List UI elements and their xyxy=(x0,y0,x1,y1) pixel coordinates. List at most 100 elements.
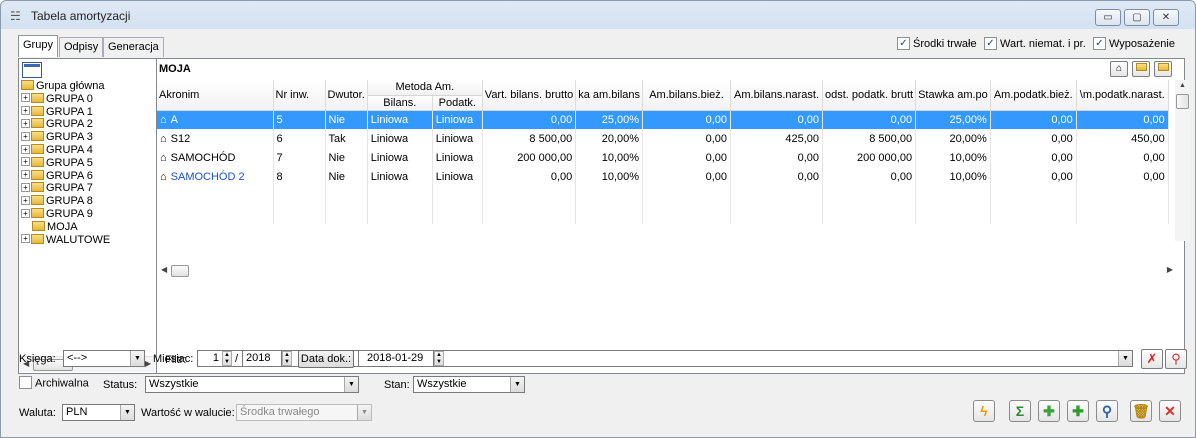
cell-bil[interactable]: Liniowa xyxy=(367,110,433,129)
add-button[interactable]: ✚ xyxy=(1067,400,1089,422)
tab-generacja[interactable]: Generacja xyxy=(103,37,164,57)
srodki-trwale-checkbox[interactable]: ✓ Środki trwałe xyxy=(897,36,977,53)
cell-bil[interactable]: Liniowa xyxy=(367,129,433,148)
stan-select[interactable]: Wszystkie ▼ xyxy=(413,376,525,393)
col-am-bilans-narast[interactable]: Am.bilans.narast. xyxy=(730,80,824,111)
add-copy-button[interactable]: ✚ xyxy=(1038,400,1060,422)
cell-wpp[interactable]: 8 500,00 xyxy=(822,129,917,148)
cell-ak[interactable]: ⌂ SAMOCHÓD xyxy=(157,148,274,167)
tree-item-grupa-6[interactable]: + GRUPA 6 xyxy=(21,170,110,183)
close-button[interactable]: ✕ xyxy=(1159,400,1181,422)
minimize-button[interactable]: ▭ xyxy=(1095,9,1121,26)
cell-wbb[interactable]: 200 000,00 xyxy=(482,148,577,167)
cell-apn[interactable]: 0,00 xyxy=(1076,148,1169,167)
cell-apn[interactable]: 0,00 xyxy=(1076,167,1169,186)
clear-filter-button[interactable]: ✗ xyxy=(1141,349,1163,369)
scroll-left-icon[interactable]: ◀ xyxy=(161,265,167,274)
expand-icon[interactable]: + xyxy=(21,170,30,180)
expand-icon[interactable]: + xyxy=(21,195,30,205)
close-window-button[interactable]: ✕ xyxy=(1153,9,1179,26)
data-dok-button[interactable]: Data dok.: xyxy=(298,350,354,368)
expand-icon[interactable]: + xyxy=(21,182,30,192)
wyposazenie-checkbox[interactable]: ✓ Wyposażenie xyxy=(1093,36,1175,53)
col-am-bilans-biez[interactable]: Am.bilans.bież. xyxy=(642,80,732,111)
search-button[interactable]: ⚲ xyxy=(1096,400,1118,422)
cell-dw[interactable]: Nie xyxy=(325,148,368,167)
tree-item-grupa-4[interactable]: + GRUPA 4 xyxy=(21,144,110,157)
table-row[interactable]: ⌂ A 5 Nie Liniowa Liniowa 0,00 25,00% 0,00 0,00 0,… xyxy=(157,110,1169,129)
cell-nr[interactable]: 7 xyxy=(273,148,326,167)
col-stawka-am-podatk[interactable]: Stawka am.po xyxy=(915,80,991,111)
status-select[interactable]: Wszystkie ▼ xyxy=(145,376,359,393)
cell-abb[interactable]: 0,00 xyxy=(642,129,732,148)
expand-icon[interactable]: + xyxy=(21,234,30,244)
cell-pod[interactable]: Liniowa xyxy=(432,110,483,129)
table-row[interactable]: ⌂ SAMOCHÓD 7 Nie Liniowa Liniowa 200 000,00 10,… xyxy=(157,148,1169,167)
col-wart-bilans-brutto[interactable]: Vart. bilans. brutto xyxy=(482,80,577,111)
cell-wpp[interactable]: 0,00 xyxy=(822,167,917,186)
cell-abb[interactable]: 0,00 xyxy=(642,110,732,129)
cell-nr[interactable]: 5 xyxy=(273,110,326,129)
expand-icon[interactable]: + xyxy=(21,118,30,128)
table-row[interactable]: ⌂ SAMOCHÓD 2 8 Nie Liniowa Liniowa 0,00 10,00% 0… xyxy=(157,167,1169,186)
miesiac-input[interactable]: 1 xyxy=(197,350,223,367)
scroll-thumb[interactable] xyxy=(171,265,189,277)
tree-item-grupa-5[interactable]: + GRUPA 5 xyxy=(21,157,110,170)
cell-apn[interactable]: 450,00 xyxy=(1076,129,1169,148)
cell-sap[interactable]: 20,00% xyxy=(915,129,991,148)
tree-item-walutowe[interactable]: + WALUTOWE xyxy=(21,234,110,247)
col-bilans[interactable]: Bilans. xyxy=(367,95,433,111)
cell-sab[interactable]: 25,00% xyxy=(575,110,644,129)
tree-item-grupa-2[interactable]: + GRUPA 2 xyxy=(21,118,110,131)
tab-grupy[interactable]: Grupy xyxy=(18,35,58,57)
window-view-icon[interactable] xyxy=(22,62,42,78)
cell-ak[interactable]: ⌂ SAMOCHÓD 2 xyxy=(157,167,274,186)
maximize-button[interactable]: ▢ xyxy=(1124,9,1150,26)
expand-icon[interactable]: + xyxy=(21,93,30,103)
cell-sap[interactable]: 10,00% xyxy=(915,167,991,186)
cell-bil[interactable]: Liniowa xyxy=(367,148,433,167)
tree-item-grupa-7[interactable]: + GRUPA 7 xyxy=(21,182,110,195)
tab-odpisy[interactable]: Odpisy xyxy=(59,37,104,57)
ksiega-select[interactable]: <--> ▼ xyxy=(63,350,145,367)
group-tree[interactable]: Grupa główna + GRUPA 0 + GRUPA 1 + GRUPA 2 … xyxy=(21,80,110,246)
tree-item-grupa-8[interactable]: + GRUPA 8 xyxy=(21,195,110,208)
table-horizontal-scrollbar[interactable]: ◀ ▶ xyxy=(157,263,1177,279)
wart-niemat-checkbox[interactable]: ✓ Wart. niemat. i pr. xyxy=(984,36,1086,53)
delete-trash-button[interactable]: 🗑 xyxy=(1130,400,1152,422)
scroll-right-icon[interactable]: ▶ xyxy=(145,359,151,368)
amortization-table[interactable]: Akronim Nr inw. Dwutor. Metoda Am. Vart.… xyxy=(157,80,1177,241)
filter-builder-button[interactable]: ⚲ xyxy=(1165,349,1187,369)
cell-apb[interactable]: 0,00 xyxy=(990,129,1077,148)
table-vertical-scrollbar[interactable]: ▲ xyxy=(1175,80,1190,241)
cell-nr[interactable]: 8 xyxy=(273,167,326,186)
expand-icon[interactable]: + xyxy=(21,131,30,141)
folder-up-button[interactable] xyxy=(1154,61,1172,77)
col-am-podatk-biez[interactable]: Am.podatk.bież. xyxy=(990,80,1077,111)
filter-dropdown[interactable]: ▼ xyxy=(1118,350,1133,367)
cell-abb[interactable]: 0,00 xyxy=(642,167,732,186)
tree-item-grupa-0[interactable]: + GRUPA 0 xyxy=(21,93,110,106)
tree-item-grupa-3[interactable]: + GRUPA 3 xyxy=(21,131,110,144)
data-dok-input[interactable]: 2018-01-29 xyxy=(358,350,434,367)
cell-sap[interactable]: 10,00% xyxy=(915,148,991,167)
cell-nr[interactable]: 6 xyxy=(273,129,326,148)
cell-ak[interactable]: ⌂ S12 xyxy=(157,129,274,148)
archiwalna-checkbox[interactable]: Archiwalna xyxy=(19,376,89,390)
cell-ak[interactable]: ⌂ A xyxy=(157,110,274,129)
cell-apb[interactable]: 0,00 xyxy=(990,167,1077,186)
cell-abb[interactable]: 0,00 xyxy=(642,148,732,167)
table-row[interactable]: ⌂ S12 6 Tak Liniowa Liniowa 8 500,00 20,00% 0,00… xyxy=(157,129,1169,148)
expand-icon[interactable]: + xyxy=(21,208,30,218)
scroll-right-icon[interactable]: ▶ xyxy=(1167,265,1173,274)
tree-item-grupa-1[interactable]: + GRUPA 1 xyxy=(21,106,110,119)
data-dok-spinner[interactable]: ▲ ▼ xyxy=(434,351,444,366)
tree-item-grupa-9[interactable]: + GRUPA 9 xyxy=(21,208,110,221)
cell-abn[interactable]: 0,00 xyxy=(730,167,824,186)
rok-spinner[interactable]: ▲ ▼ xyxy=(282,351,292,366)
cell-wpp[interactable]: 200 000,00 xyxy=(822,148,917,167)
col-am-podatk-narast[interactable]: \m.podatk.narast. xyxy=(1076,80,1169,111)
cell-pod[interactable]: Liniowa xyxy=(432,129,483,148)
col-akronim[interactable]: Akronim xyxy=(157,80,274,111)
expand-icon[interactable]: + xyxy=(21,144,30,154)
